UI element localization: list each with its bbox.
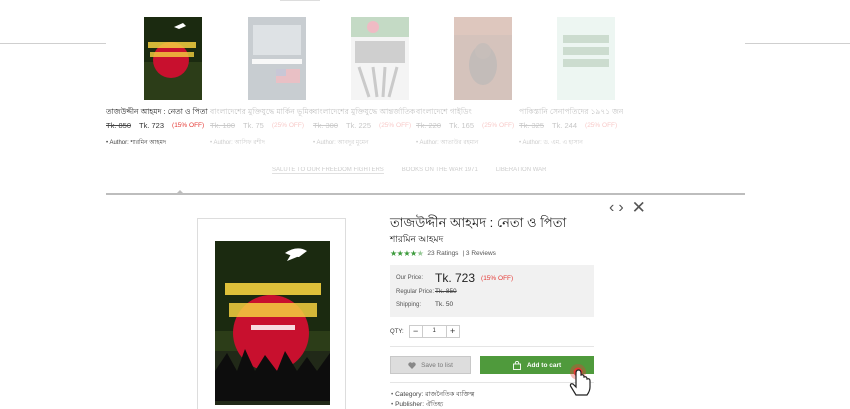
ratings-count[interactable]: 23 Ratings (427, 250, 458, 257)
book-card-3[interactable]: বাংলাদেশের মুক্তিযুদ্ধে আন্তর্জাতিক ও ভা… (313, 17, 417, 148)
quantity-stepper: − 1 + (408, 325, 460, 338)
tab-freedom-fighters[interactable]: SALUTE TO OUR FREEDOM FIGHTERS (272, 167, 384, 174)
author-label: Author: (109, 140, 129, 146)
reviews-count[interactable]: | 3 Reviews (462, 250, 495, 257)
author-link[interactable]: আবদুর মুমেন (337, 140, 368, 146)
book-old-price: Tk. 100 (210, 121, 236, 130)
category-link[interactable]: রাজনৈতিক ব্যক্তিত্ব (425, 391, 474, 398)
book-title[interactable]: তাজউদ্দীন আহমদ : নেতা ও পিতা (106, 107, 210, 117)
category-label: Category: (395, 391, 424, 398)
qty-minus-button[interactable]: − (410, 326, 422, 337)
carousel-rule-right (745, 43, 850, 44)
book-author: • Author: আবদুর মুমেন (313, 140, 369, 146)
book-cover-5[interactable] (557, 17, 615, 100)
book-discount: (25% OFF) (379, 122, 412, 129)
book-discount: (15% OFF) (172, 122, 205, 129)
price-box: Our Price: Tk. 723 (15% OFF) Regular Pri… (390, 265, 594, 317)
heart-icon (408, 361, 416, 369)
book-new-price: Tk. 225 (346, 121, 372, 130)
related-books-carousel: তাজউদ্দীন আহমদ : নেতা ও পিতা Tk. 850 Tk.… (106, 0, 745, 190)
book-author: • Author: শারমিন আহমদ (106, 140, 166, 146)
section-divider (390, 346, 594, 347)
save-to-list-label: Save to list (421, 361, 453, 369)
save-to-list-button[interactable]: Save to list (390, 356, 471, 374)
publisher-link[interactable]: ঐতিহ্য (426, 401, 443, 408)
book-old-price: Tk. 325 (519, 121, 545, 130)
book-card-5[interactable]: পাকিস্তানি সেনাপতিদের ১৯৭১ জন Tk. 325 Tk… (519, 17, 623, 148)
quickview-author[interactable]: শারমিন আহমদ (390, 232, 443, 247)
book-title[interactable]: পাকিস্তানি সেনাপতিদের ১৯৭১ জন (519, 107, 623, 117)
book-card-1[interactable]: তাজউদ্দীন আহমদ : নেতা ও পিতা Tk. 850 Tk.… (106, 17, 210, 148)
add-to-cart-label: Add to cart (526, 361, 562, 369)
quickview-book-cover[interactable] (215, 241, 330, 405)
quickview-divider (106, 193, 745, 195)
close-icon[interactable]: ✕ (632, 199, 646, 216)
shipping-label: Shipping: (396, 301, 422, 308)
book-title[interactable]: বাংলাদেশের মুক্তিযুদ্ধে আন্তর্জাতিক ও ভা… (313, 107, 417, 117)
book-author: • Author: আতাউর রহমান (416, 140, 479, 146)
book-new-price: Tk. 165 (449, 121, 475, 130)
qty-input[interactable]: 1 (421, 326, 447, 337)
author-label: Author: (419, 140, 439, 146)
author-label: Author: (522, 140, 542, 146)
next-arrow-icon[interactable]: › (618, 200, 623, 216)
rating-row: ★★★★★ 23 Ratings | 3 Reviews (390, 249, 496, 258)
author-link[interactable]: শারমিন আহমদ (130, 140, 166, 146)
book-discount: (25% OFF) (271, 122, 305, 129)
book-cover-2[interactable] (248, 17, 306, 100)
book-author: • Author: আসিফ রশীদ (210, 140, 265, 146)
section-divider (390, 382, 594, 383)
qty-plus-button[interactable]: + (447, 326, 459, 337)
regular-price-label: Regular Price: (396, 288, 435, 295)
shopping-bag-icon (512, 360, 521, 370)
book-old-price: Tk. 850 (106, 121, 132, 130)
book-title[interactable]: বাংলাদেশে গাইডিং (416, 107, 520, 117)
discount-badge: (15% OFF) (481, 274, 514, 282)
book-card-2[interactable]: বাংলাদেশের মুক্তিযুদ্ধে মার্কিন ভূমিকার … (210, 17, 314, 148)
carousel-rule-left (0, 43, 106, 44)
tab-liberation-war[interactable]: LIBERATION WAR (496, 167, 547, 174)
book-old-price: Tk. 300 (313, 121, 339, 130)
tab-war-1971[interactable]: BOOKS ON THE WAR 1971 (402, 167, 478, 174)
author-link[interactable]: ড. এম. এ হাসান (543, 140, 582, 146)
our-price-label: Our Price: (396, 275, 424, 281)
book-new-price: Tk. 244 (552, 121, 578, 130)
book-cover-4[interactable] (454, 17, 512, 100)
qty-label: QTY: (390, 328, 404, 335)
book-title[interactable]: বাংলাদেশের মুক্তিযুদ্ধে মার্কিন ভূমিকার … (210, 107, 314, 117)
regular-price: Tk. 850 (435, 288, 457, 295)
quickview-navigation: ‹ › ✕ (609, 199, 646, 216)
publisher-label: Publisher: (395, 401, 424, 408)
book-cover-3[interactable] (351, 17, 409, 100)
author-label: Author: (213, 140, 233, 146)
book-new-price: Tk. 75 (243, 121, 264, 130)
prev-arrow-icon[interactable]: ‹ (609, 200, 614, 216)
category-tabs: SALUTE TO OUR FREEDOM FIGHTERS BOOKS ON … (272, 167, 547, 174)
our-price: Tk. 723 (435, 271, 476, 285)
hand-pointer-icon (569, 364, 591, 396)
book-cover-1[interactable] (144, 17, 202, 100)
book-author: • Author: ড. এম. এ হাসান (519, 140, 583, 146)
star-rating-icon: ★★★★★ (390, 249, 424, 258)
category-item: Category: রাজনৈতিক ব্যক্তিত্ব (391, 390, 474, 400)
shipping-price: Tk. 50 (435, 301, 454, 308)
book-discount: (25% OFF) (585, 122, 618, 129)
author-link[interactable]: আতাউর রহমান (440, 140, 478, 146)
book-old-price: Tk. 220 (416, 121, 442, 130)
author-link[interactable]: আসিফ রশীদ (234, 140, 264, 146)
book-discount: (25% OFF) (482, 122, 515, 129)
publisher-item: Publisher: ঐতিহ্য (391, 400, 474, 409)
book-card-4[interactable]: বাংলাদেশে গাইডিং Tk. 220 Tk. 165 (25% OF… (416, 17, 520, 148)
quantity-row: QTY: − 1 + (390, 325, 460, 338)
product-meta-list: Category: রাজনৈতিক ব্যক্তিত্ব Publisher:… (391, 390, 474, 409)
author-label: Author: (316, 140, 336, 146)
quickview-image-frame (197, 218, 346, 409)
book-new-price: Tk. 723 (139, 121, 165, 130)
